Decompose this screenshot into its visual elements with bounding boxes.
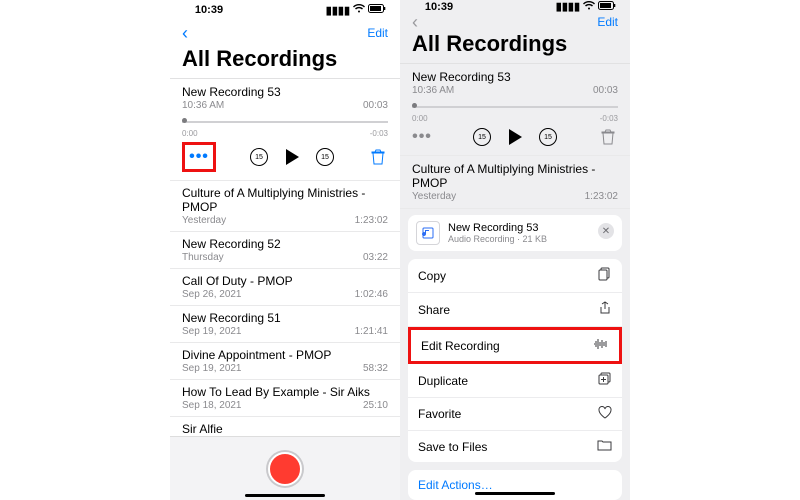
record-button[interactable]	[268, 452, 302, 486]
skip-back-15-button: 15	[473, 128, 491, 146]
waveform-icon	[593, 338, 609, 353]
voice-memos-share-screen: 10:39 ▮▮▮▮ ‹ Edit All Recordings New Rec…	[400, 0, 630, 500]
recording-title: New Recording 53	[412, 70, 618, 84]
page-title: All Recordings	[400, 31, 630, 63]
list-item[interactable]: Divine Appointment - PMOP Sep 19, 202158…	[170, 343, 400, 380]
list-item[interactable]: New Recording 51 Sep 19, 20211:21:41	[170, 306, 400, 343]
play-button	[505, 127, 525, 147]
edit-button[interactable]: Edit	[597, 15, 618, 29]
wifi-icon	[583, 1, 595, 13]
share-icon	[598, 301, 612, 318]
nav-bar: ‹ Edit	[400, 13, 630, 31]
action-share[interactable]: Share	[408, 293, 622, 327]
copy-icon	[598, 267, 612, 284]
list-item[interactable]: Sir Alfie Sep 16, 202135:54	[170, 417, 400, 436]
signal-icon: ▮▮▮▮	[556, 0, 580, 13]
more-button: •••	[412, 127, 432, 147]
duplicate-icon	[598, 372, 612, 389]
action-save-to-files[interactable]: Save to Files	[408, 431, 622, 462]
edit-button[interactable]: Edit	[367, 26, 388, 40]
status-time: 10:39	[184, 4, 234, 16]
action-favorite[interactable]: Favorite	[408, 398, 622, 431]
recording-time: 10:36 AM	[182, 100, 224, 111]
recording-title: New Recording 53	[182, 85, 388, 99]
heart-icon	[598, 406, 612, 422]
selected-recording-dimmed: New Recording 53 10:36 AM 00:03 0:00 -0:…	[400, 64, 630, 156]
status-bar: 10:39 ▮▮▮▮	[400, 0, 630, 13]
status-time: 10:39	[414, 1, 464, 13]
selected-recording[interactable]: New Recording 53 10:36 AM 00:03 0:00 -0:…	[170, 79, 400, 181]
nav-bar: ‹ Edit	[170, 20, 400, 46]
list-item[interactable]: New Recording 52 Thursday03:22	[170, 232, 400, 269]
scrub-start: 0:00	[182, 129, 198, 138]
voice-memos-list-screen: 10:39 ▮▮▮▮ ‹ Edit All Recordings New Rec…	[170, 0, 400, 500]
action-duplicate[interactable]: Duplicate	[408, 364, 622, 398]
list-item[interactable]: Call Of Duty - PMOP Sep 26, 20211:02:46	[170, 269, 400, 306]
delete-button[interactable]	[368, 147, 388, 167]
audio-thumb-icon	[416, 221, 440, 245]
recording-time: 10:36 AM	[412, 85, 454, 96]
share-sheet-header: New Recording 53 Audio Recording · 21 KB…	[408, 215, 622, 251]
share-title: New Recording 53	[448, 222, 547, 234]
delete-button	[598, 127, 618, 147]
skip-forward-15-button: 15	[539, 128, 557, 146]
scrub-end: -0:03	[370, 129, 388, 138]
action-edit-recording[interactable]: Edit Recording	[408, 327, 622, 364]
back-button[interactable]: ‹	[412, 13, 418, 31]
more-button[interactable]: •••	[189, 147, 209, 167]
playback-scrubber[interactable]	[182, 117, 388, 127]
skip-back-15-button[interactable]: 15	[250, 148, 268, 166]
battery-icon	[368, 4, 386, 16]
battery-icon	[598, 1, 616, 13]
status-bar: 10:39 ▮▮▮▮	[170, 0, 400, 20]
signal-icon: ▮▮▮▮	[326, 4, 350, 17]
play-button[interactable]	[282, 147, 302, 167]
close-icon[interactable]: ✕	[598, 223, 614, 239]
recording-duration: 00:03	[363, 100, 388, 111]
recordings-list: Culture of A Multiplying Ministries - PM…	[170, 181, 400, 436]
list-item: Culture of A Multiplying Ministries - PM…	[400, 156, 630, 209]
action-copy[interactable]: Copy	[408, 259, 622, 293]
share-subtitle: Audio Recording · 21 KB	[448, 234, 547, 244]
recording-duration: 00:03	[593, 85, 618, 96]
record-footer	[170, 436, 400, 500]
status-indicators: ▮▮▮▮	[336, 4, 386, 17]
back-button[interactable]: ‹	[182, 24, 188, 42]
home-indicator[interactable]	[245, 494, 325, 497]
skip-forward-15-button[interactable]: 15	[316, 148, 334, 166]
page-title: All Recordings	[170, 46, 400, 78]
playback-scrubber	[412, 102, 618, 112]
list-item[interactable]: How To Lead By Example - Sir Aiks Sep 18…	[170, 380, 400, 417]
wifi-icon	[353, 4, 365, 16]
share-actions: Copy Share Edit Recording	[408, 259, 622, 462]
status-indicators: ▮▮▮▮	[566, 0, 616, 13]
list-item[interactable]: Culture of A Multiplying Ministries - PM…	[170, 181, 400, 232]
highlight-more-button: •••	[182, 142, 216, 172]
home-indicator[interactable]	[475, 492, 555, 495]
folder-icon	[597, 439, 612, 454]
